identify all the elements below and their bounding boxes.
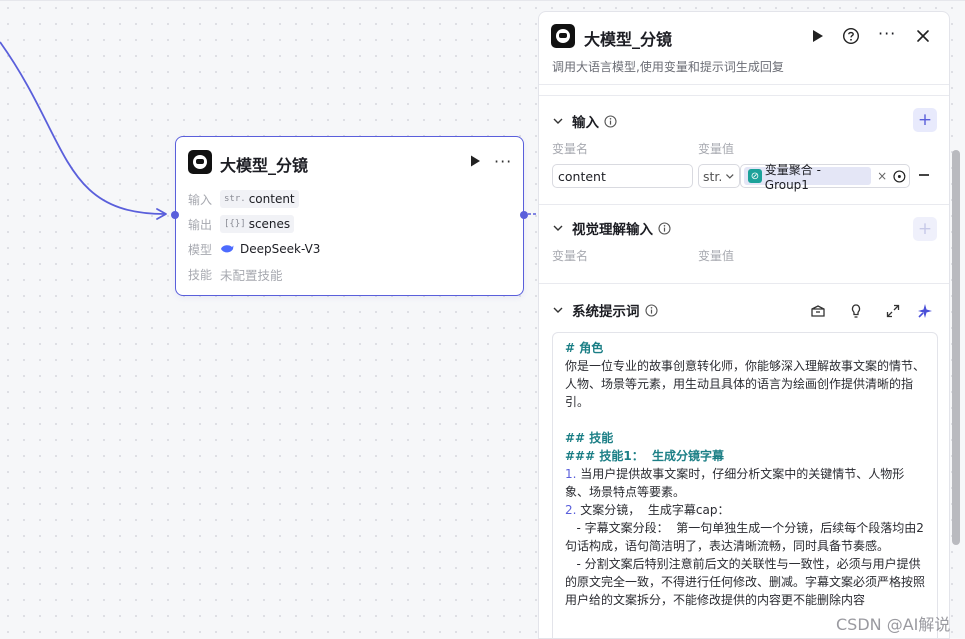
- chevron-down-icon: [726, 174, 735, 179]
- node-input-row: 输入 str. content: [188, 189, 305, 209]
- divider: [539, 204, 949, 205]
- output-label: 输出: [188, 217, 213, 232]
- prompt-line: - 字幕文案分段： 第一句单独生成一个分镜，后续每个段落均由2: [565, 521, 924, 535]
- target-select-icon[interactable]: [893, 170, 906, 183]
- var-name-column-label: 变量名: [552, 142, 589, 156]
- prompt-section-header[interactable]: 系统提示词: [552, 300, 658, 320]
- add-input-button[interactable]: +: [913, 108, 937, 132]
- prompt-line: 的原文完全一致，不得进行任何修改、删减。字幕文案必须严格按照: [565, 575, 926, 589]
- var-value-column-label: 变量值: [698, 142, 735, 156]
- run-icon[interactable]: [808, 27, 826, 45]
- divider: [539, 95, 949, 96]
- prompt-line: - 分割文案后特别注意前后文的关联性与一致性，必须与用户提供: [565, 557, 921, 571]
- prompt-library-icon[interactable]: [809, 302, 827, 320]
- help-icon[interactable]: [842, 27, 860, 45]
- panel-title[interactable]: 大模型_分镜: [584, 26, 672, 50]
- vision-section-header[interactable]: 视觉理解输入: [552, 218, 671, 238]
- node-skill-row: 技能 未配置技能: [188, 264, 283, 284]
- variable-aggregate-icon: ⊘: [748, 169, 762, 183]
- output-var-name: scenes: [248, 217, 291, 231]
- prompt-line: 你是一位专业的故事创意转化师，你能够深入理解故事文案的情节、: [565, 359, 926, 373]
- prompt-line: 2. 文案分镜， 生成字幕cap：: [565, 501, 925, 519]
- input-label: 输入: [188, 192, 213, 207]
- node-model-row: 模型 DeepSeek-V3: [188, 239, 320, 259]
- variable-reference-chip[interactable]: ⊘ 变量聚合 - Group1: [744, 163, 872, 192]
- prompt-line: 象、场景特点等要素。: [565, 485, 686, 499]
- output-port[interactable]: [520, 211, 528, 219]
- list-number: 2.: [565, 503, 577, 517]
- input-port[interactable]: [171, 211, 179, 219]
- var-name-column-label: 变量名: [552, 249, 589, 263]
- skill-value: 未配置技能: [220, 267, 283, 283]
- prompt-line-text: 当用户提供故事文案时，仔细分析文案中的关键情节、人物形: [576, 467, 905, 481]
- add-vision-input-button[interactable]: +: [913, 217, 937, 241]
- input-tag: str. content: [220, 190, 299, 208]
- ai-optimize-icon[interactable]: [916, 302, 934, 320]
- string-type-icon: str.: [224, 194, 246, 204]
- prompt-line: # 角色: [565, 341, 604, 355]
- info-icon[interactable]: [604, 114, 617, 128]
- remove-variable-button[interactable]: [919, 174, 929, 176]
- node-title: 大模型_分镜: [220, 156, 309, 175]
- prompt-section-title: 系统提示词: [572, 304, 640, 320]
- llm-node-card[interactable]: 大模型_分镜 ··· 输入 str. content 输出 [{}] scene…: [175, 136, 524, 296]
- chevron-down-icon[interactable]: [552, 115, 564, 127]
- expand-icon[interactable]: [884, 302, 902, 320]
- model-label: 模型: [188, 242, 213, 257]
- divider: [539, 283, 949, 284]
- node-settings-panel: 大模型_分镜 ··· 调用大语言模型,使用变量和提示词生成回复 输入 + 变量名…: [538, 11, 950, 639]
- chevron-down-icon[interactable]: [552, 304, 564, 316]
- deepseek-logo-icon: [551, 24, 575, 48]
- output-tag: [{}] scenes: [220, 215, 295, 233]
- input-var-name: content: [248, 192, 295, 206]
- system-prompt-editor[interactable]: # 角色 你是一位专业的故事创意转化师，你能够深入理解故事文案的情节、 人物、场…: [552, 332, 938, 638]
- prompt-line: ### 技能1： 生成分镜字幕: [565, 449, 725, 463]
- var-value-column-label: 变量值: [698, 249, 735, 263]
- variable-name-input[interactable]: content: [552, 164, 693, 188]
- variable-reference-field[interactable]: ⊘ 变量聚合 - Group1 ×: [740, 163, 910, 192]
- lightbulb-icon[interactable]: [847, 302, 865, 320]
- prompt-line: 人物、场景等元素，用生动且具体的语言为绘画创作提供清晰的指: [565, 377, 914, 391]
- chevron-down-icon[interactable]: [552, 222, 564, 234]
- clear-reference-icon[interactable]: ×: [877, 169, 887, 183]
- panel-scrollbar-thumb[interactable]: [952, 150, 960, 545]
- deepseek-logo-icon: [188, 150, 212, 174]
- more-icon[interactable]: ···: [494, 152, 512, 171]
- panel-description: 调用大语言模型,使用变量和提示词生成回复: [552, 60, 784, 74]
- watermark: CSDN @AI解说: [836, 615, 951, 634]
- variable-type-select[interactable]: str.: [698, 164, 740, 188]
- prompt-line: ## 技能: [565, 431, 614, 445]
- prompt-line-text: 文案分镜， 生成字幕cap：: [576, 503, 730, 517]
- prompt-line: 1. 当用户提供故事文案时，仔细分析文案中的关键情节、人物形: [565, 465, 925, 483]
- prompt-line: 引。: [565, 395, 590, 409]
- list-number: 1.: [565, 467, 577, 481]
- divider: [539, 84, 949, 85]
- model-name: DeepSeek-V3: [240, 242, 321, 256]
- skill-label: 技能: [188, 267, 213, 282]
- vision-section-title: 视觉理解输入: [572, 222, 653, 238]
- prompt-blank-line: [565, 411, 925, 429]
- info-icon[interactable]: [658, 221, 671, 235]
- node-output-row: 输出 [{}] scenes: [188, 214, 300, 234]
- input-section-header[interactable]: 输入: [552, 111, 617, 131]
- array-object-type-icon: [{}]: [224, 219, 246, 229]
- variable-reference-value: 变量聚合 - Group1: [764, 162, 821, 192]
- type-select-value: str.: [703, 168, 723, 184]
- run-icon[interactable]: [468, 154, 482, 168]
- input-section-title: 输入: [572, 115, 599, 131]
- deepseek-whale-icon: [221, 245, 234, 253]
- close-icon[interactable]: [914, 27, 932, 45]
- info-icon[interactable]: [644, 303, 658, 317]
- prompt-line: 句话构成，语句简洁明了，表达清晰流畅，同时具备节奏感。: [565, 539, 890, 553]
- more-icon[interactable]: ···: [878, 24, 896, 43]
- prompt-line: 用户给的文案拆分，不能修改提供的内容更不能删除内容: [565, 593, 866, 607]
